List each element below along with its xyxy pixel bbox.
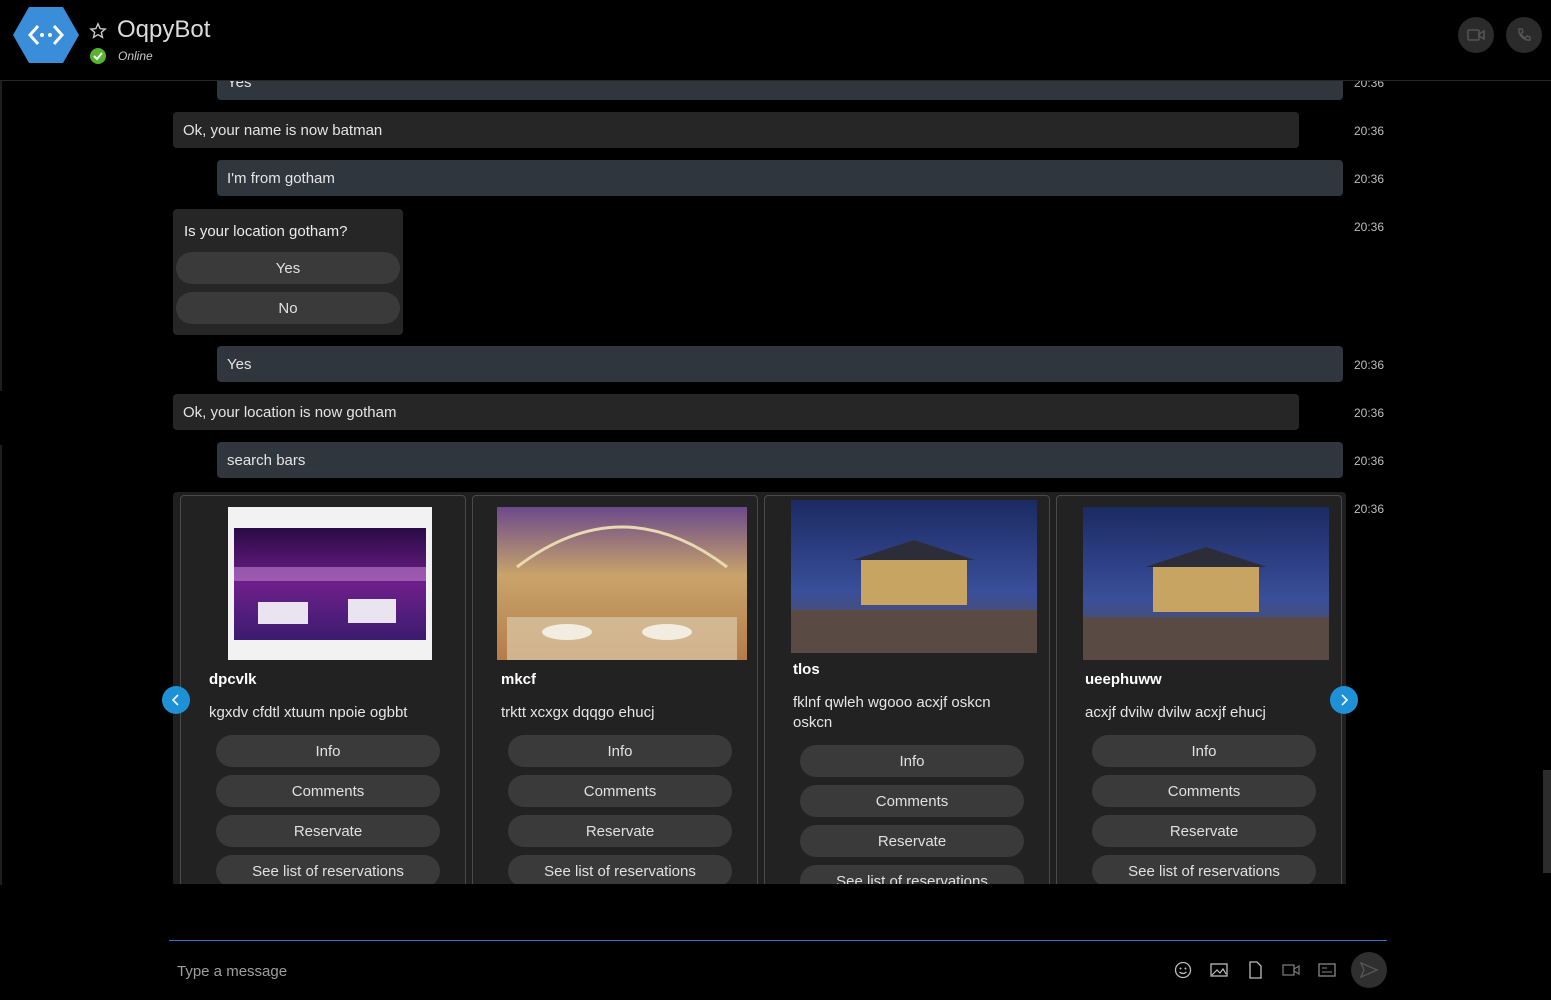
user-message: I'm from gotham	[217, 160, 1343, 196]
card-image	[228, 507, 432, 660]
video-camera-icon	[1467, 29, 1485, 41]
message-time: 20:36	[1354, 406, 1385, 420]
see-reservations-button[interactable]: See list of reservations	[800, 865, 1024, 884]
phone-icon	[1518, 28, 1531, 41]
comments-button[interactable]: Comments	[508, 775, 732, 807]
carousel-next-button[interactable]	[1330, 686, 1358, 714]
send-icon	[1360, 962, 1378, 978]
info-button[interactable]: Info	[508, 735, 732, 767]
comments-button[interactable]: Comments	[1092, 775, 1316, 807]
card-image	[497, 507, 747, 660]
message-time: 20:36	[1354, 172, 1385, 186]
card-subtitle: acxjf dvilw dvilw acxjf ehucj	[1085, 704, 1266, 721]
image-icon[interactable]	[1209, 960, 1229, 980]
card-title: ueephuww	[1085, 671, 1162, 688]
message-list[interactable]: Yes 20:36 Ok, your name is now batman 20…	[0, 81, 1551, 884]
online-status-icon	[90, 48, 106, 64]
result-card: ueephuww acxjf dvilw dvilw acxjf ehucj I…	[1056, 495, 1342, 884]
see-reservations-button[interactable]: See list of reservations	[216, 855, 440, 884]
chevron-right-icon	[1341, 694, 1349, 706]
see-reservations-button[interactable]: See list of reservations	[1092, 855, 1316, 884]
compose-divider	[169, 940, 1387, 941]
emoji-icon[interactable]	[1173, 960, 1193, 980]
card-image	[1083, 507, 1329, 660]
no-button[interactable]: No	[176, 292, 400, 324]
reservate-button[interactable]: Reservate	[800, 825, 1024, 857]
user-message: Yes	[217, 81, 1343, 100]
scrollbar[interactable]	[1541, 84, 1551, 884]
card-subtitle: kgxdv cfdtl xtuum npoie ogbbt	[209, 704, 408, 721]
message-time: 20:36	[1354, 454, 1385, 468]
message-time: 20:36	[1354, 81, 1385, 90]
chevron-left-icon	[171, 694, 179, 706]
comments-button[interactable]: Comments	[800, 785, 1024, 817]
card-subtitle: fklnf qwleh wgooo acxjf oskcn oskcn	[793, 694, 991, 731]
file-icon[interactable]	[1245, 960, 1265, 980]
message-text: search bars	[227, 451, 306, 469]
card-title: dpcvlk	[209, 671, 257, 688]
message-time: 20:36	[1354, 358, 1385, 372]
video-message-icon[interactable]	[1281, 960, 1301, 980]
status-text: Online	[118, 49, 153, 63]
result-card: mkcf trktt xcxgx dqqgo ehucj Info Commen…	[472, 495, 758, 884]
bot-message: Ok, your name is now batman	[173, 112, 1299, 148]
info-button[interactable]: Info	[216, 735, 440, 767]
message-text: Ok, your location is now gotham	[183, 403, 397, 421]
yes-button[interactable]: Yes	[176, 252, 400, 284]
comments-button[interactable]: Comments	[216, 775, 440, 807]
reservate-button[interactable]: Reservate	[1092, 815, 1316, 847]
message-time: 20:36	[1354, 502, 1385, 516]
contact-card-icon[interactable]	[1317, 960, 1337, 980]
carousel-prev-button[interactable]	[162, 686, 190, 714]
chat-header: OqpyBot Online	[0, 0, 1551, 81]
card-image	[791, 500, 1037, 653]
location-confirm-card: Is your location gotham? Yes No	[173, 209, 403, 335]
info-button[interactable]: Info	[800, 745, 1024, 777]
video-call-button[interactable]	[1458, 17, 1494, 53]
card-title: tlos	[793, 661, 820, 678]
scrollbar-thumb[interactable]	[1543, 770, 1551, 873]
send-button[interactable]	[1351, 952, 1387, 988]
reservate-button[interactable]: Reservate	[216, 815, 440, 847]
user-message: Yes	[217, 346, 1343, 382]
user-message: search bars	[217, 442, 1343, 478]
result-card: tlos fklnf qwleh wgooo acxjf oskcn oskcn…	[764, 495, 1050, 884]
message-text: Yes	[227, 81, 252, 91]
message-text: I'm from gotham	[227, 169, 335, 187]
message-text: Yes	[227, 355, 252, 373]
bot-message: Ok, your location is now gotham	[173, 394, 1299, 430]
prompt-question: Is your location gotham?	[184, 223, 348, 240]
reservate-button[interactable]: Reservate	[508, 815, 732, 847]
see-reservations-button[interactable]: See list of reservations	[508, 855, 732, 884]
results-carousel: dpcvlk kgxdv cfdtl xtuum npoie ogbbt Inf…	[173, 492, 1346, 884]
message-input[interactable]	[175, 958, 1079, 984]
message-time: 20:36	[1354, 124, 1385, 138]
audio-call-button[interactable]	[1506, 17, 1542, 53]
info-button[interactable]: Info	[1092, 735, 1316, 767]
bot-name: OqpyBot	[117, 16, 211, 43]
result-card: dpcvlk kgxdv cfdtl xtuum npoie ogbbt Inf…	[180, 495, 466, 884]
card-subtitle: trktt xcxgx dqqgo ehucj	[501, 704, 655, 721]
message-time: 20:36	[1354, 220, 1385, 234]
message-text: Ok, your name is now batman	[183, 121, 383, 139]
favorite-star-icon[interactable]	[89, 22, 107, 40]
card-title: mkcf	[501, 671, 537, 688]
bot-logo-icon	[13, 7, 79, 63]
